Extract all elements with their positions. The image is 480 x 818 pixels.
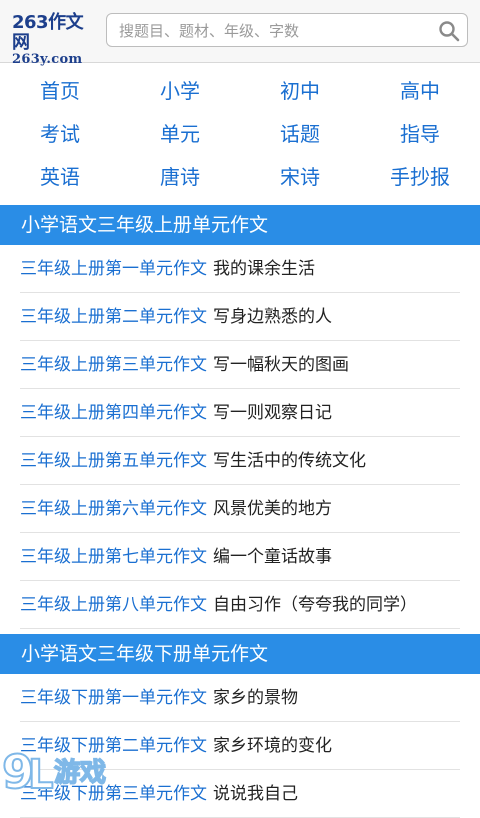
- nav-item-guide[interactable]: 指导: [360, 113, 480, 156]
- list-item: 三年级上册第七单元作文 编一个童话故事: [20, 533, 460, 581]
- unit-topic[interactable]: 编一个童话故事: [213, 547, 332, 567]
- list-item: 三年级下册第一单元作文 家乡的景物: [20, 674, 460, 722]
- unit-topic[interactable]: 我的课余生活: [213, 259, 315, 279]
- nav-item-unit[interactable]: 单元: [120, 113, 240, 156]
- list-item: 三年级上册第八单元作文 自由习作（夸夸我的同学）: [20, 581, 460, 629]
- nav-item-primary[interactable]: 小学: [120, 70, 240, 113]
- unit-link[interactable]: 三年级下册第三单元作文: [20, 784, 207, 804]
- logo-domain: 263y.com: [12, 52, 83, 67]
- essay-list-grade3-vol1: 三年级上册第一单元作文 我的课余生活 三年级上册第二单元作文 写身边熟悉的人 三年级…: [20, 245, 460, 629]
- nav-item-topic[interactable]: 话题: [240, 113, 360, 156]
- nav-row: 英语 唐诗 宋诗 手抄报: [0, 156, 480, 199]
- search-icon[interactable]: [438, 20, 460, 42]
- unit-topic[interactable]: 自由习作（夸夸我的同学）: [213, 595, 417, 615]
- unit-topic[interactable]: 写生活中的传统文化: [213, 451, 366, 471]
- unit-topic[interactable]: 家乡的景物: [213, 688, 298, 708]
- nav-item-song-poems[interactable]: 宋诗: [240, 156, 360, 199]
- nav-item-exam[interactable]: 考试: [0, 113, 120, 156]
- unit-link[interactable]: 三年级上册第七单元作文: [20, 547, 207, 567]
- unit-link[interactable]: 三年级上册第五单元作文: [20, 451, 207, 471]
- category-nav: 首页 小学 初中 高中 考试 单元 话题 指导 英语 唐诗 宋诗 手抄报: [0, 70, 480, 199]
- unit-topic[interactable]: 写一幅秋天的图画: [213, 355, 349, 375]
- nav-item-senior[interactable]: 高中: [360, 70, 480, 113]
- list-item: 三年级下册第三单元作文 说说我自己: [20, 770, 460, 818]
- unit-topic[interactable]: 风景优美的地方: [213, 499, 332, 519]
- essay-list-grade3-vol2: 三年级下册第一单元作文 家乡的景物 三年级下册第二单元作文 家乡环境的变化 三年级下…: [20, 674, 460, 818]
- list-item: 三年级上册第五单元作文 写生活中的传统文化: [20, 437, 460, 485]
- unit-link[interactable]: 三年级上册第二单元作文: [20, 307, 207, 327]
- logo-title: 263作文网: [12, 12, 84, 53]
- unit-link[interactable]: 三年级下册第一单元作文: [20, 688, 207, 708]
- unit-topic[interactable]: 写一则观察日记: [213, 403, 332, 423]
- site-logo[interactable]: 263作文网 263y.com: [12, 13, 98, 67]
- nav-item-tang-poems[interactable]: 唐诗: [120, 156, 240, 199]
- unit-topic[interactable]: 家乡环境的变化: [213, 736, 332, 756]
- list-item: 三年级上册第三单元作文 写一幅秋天的图画: [20, 341, 460, 389]
- unit-topic[interactable]: 说说我自己: [213, 784, 298, 804]
- unit-link[interactable]: 三年级下册第二单元作文: [20, 736, 207, 756]
- list-item: 三年级上册第六单元作文 风景优美的地方: [20, 485, 460, 533]
- nav-item-junior[interactable]: 初中: [240, 70, 360, 113]
- nav-row: 考试 单元 话题 指导: [0, 113, 480, 156]
- section-title-grade3-vol1: 小学语文三年级上册单元作文: [0, 205, 480, 245]
- list-item: 三年级下册第二单元作文 家乡环境的变化: [20, 722, 460, 770]
- search-input[interactable]: [117, 14, 431, 48]
- unit-link[interactable]: 三年级上册第六单元作文: [20, 499, 207, 519]
- unit-link[interactable]: 三年级上册第八单元作文: [20, 595, 207, 615]
- nav-item-english[interactable]: 英语: [0, 156, 120, 199]
- top-header: 263作文网 263y.com: [0, 0, 480, 67]
- nav-item-handwritten-newspaper[interactable]: 手抄报: [360, 156, 480, 199]
- nav-item-home[interactable]: 首页: [0, 70, 120, 113]
- list-item: 三年级上册第二单元作文 写身边熟悉的人: [20, 293, 460, 341]
- nav-row: 首页 小学 初中 高中: [0, 70, 480, 113]
- unit-link[interactable]: 三年级上册第四单元作文: [20, 403, 207, 423]
- list-item: 三年级上册第一单元作文 我的课余生活: [20, 245, 460, 293]
- section-title-grade3-vol2: 小学语文三年级下册单元作文: [0, 634, 480, 674]
- list-item: 三年级上册第四单元作文 写一则观察日记: [20, 389, 460, 437]
- unit-topic[interactable]: 写身边熟悉的人: [213, 307, 332, 327]
- unit-link[interactable]: 三年级上册第一单元作文: [20, 259, 207, 279]
- unit-link[interactable]: 三年级上册第三单元作文: [20, 355, 207, 375]
- search-box: [106, 13, 468, 48]
